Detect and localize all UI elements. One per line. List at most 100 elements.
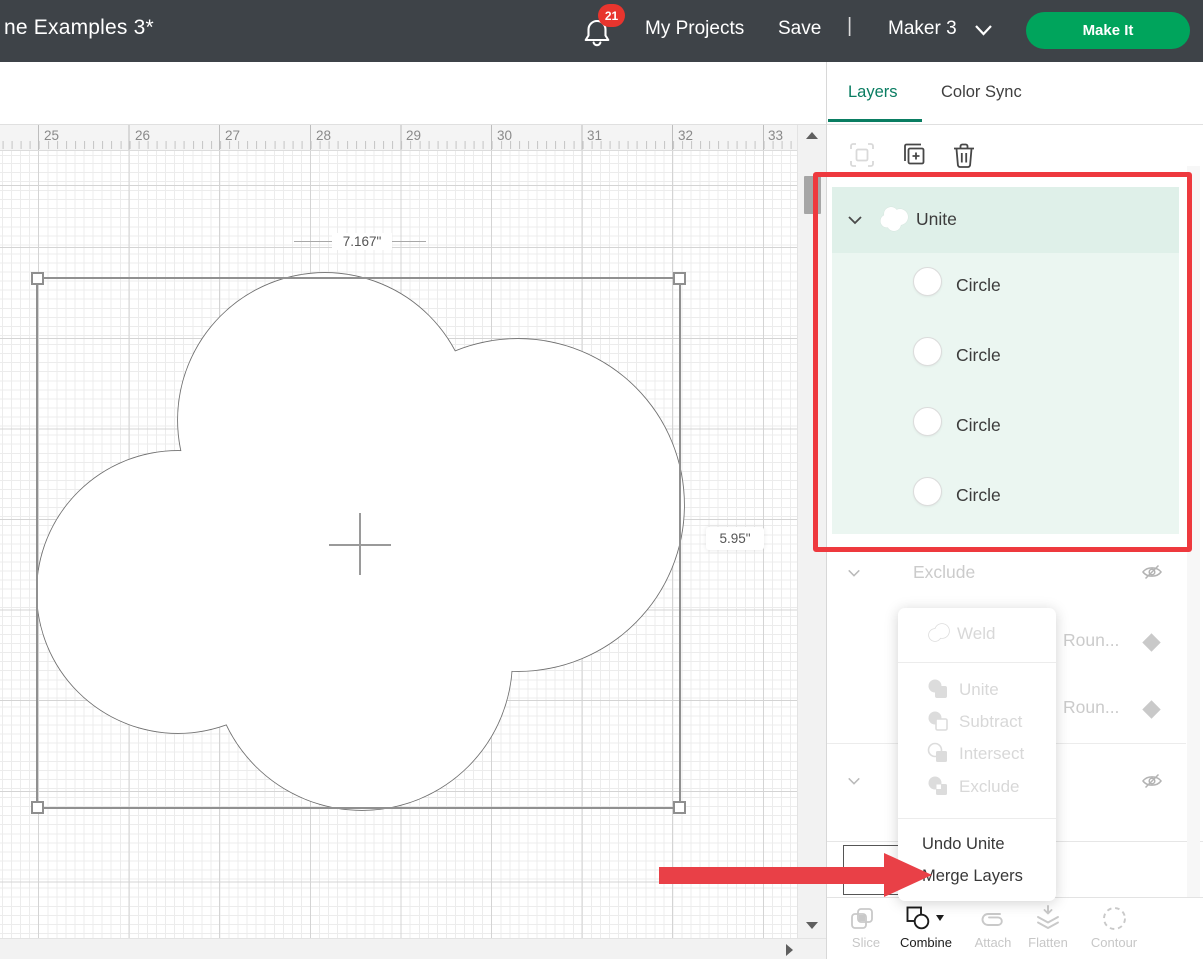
shape-center-cross	[359, 513, 361, 575]
menu-item-undo-unite[interactable]: Undo Unite	[922, 835, 1005, 854]
unite-icon	[927, 678, 949, 700]
eye-hidden-icon[interactable]	[1141, 563, 1163, 581]
resize-handle-top-left[interactable]	[31, 272, 44, 285]
ruler-number: 29	[406, 128, 421, 143]
top-header: ne Examples 3* 21 My Projects Save | Mak…	[0, 0, 1203, 62]
menu-divider	[898, 818, 1056, 819]
tab-layers[interactable]: Layers	[848, 83, 898, 102]
layer-group-children: Circle Circle Circle Circle	[832, 253, 1179, 534]
layer-label: Circle	[956, 485, 1001, 506]
nav-divider: |	[847, 15, 852, 38]
combine-label: Combine	[895, 935, 957, 950]
circle-thumbnail-icon	[913, 477, 942, 506]
layer-group-label: Exclude	[913, 562, 975, 583]
scroll-down-arrow-icon[interactable]	[806, 922, 818, 929]
make-it-button[interactable]: Make It	[1026, 12, 1190, 49]
ruler-number: 31	[587, 128, 602, 143]
layer-group-label: Unite	[916, 209, 957, 230]
combine-icon	[904, 904, 932, 932]
collapse-chevron-icon[interactable]	[847, 566, 861, 580]
slice-label: Slice	[841, 935, 891, 950]
layer-type-diamond-icon	[1142, 700, 1160, 718]
layer-label: Roun...	[1063, 697, 1119, 718]
ruler-number: 33	[768, 128, 783, 143]
machine-selector[interactable]: Maker 3	[888, 18, 957, 40]
subtract-icon	[927, 710, 949, 732]
annotation-arrow-head	[884, 853, 932, 897]
nav-save[interactable]: Save	[778, 18, 821, 40]
tab-color-sync[interactable]: Color Sync	[941, 83, 1022, 102]
horizontal-ruler: 25 26 27 28 29 30 31 32 33	[0, 125, 797, 151]
attach-icon	[978, 910, 1007, 930]
resize-handle-bottom-left[interactable]	[31, 801, 44, 814]
menu-item-intersect[interactable]: Intersect	[959, 744, 1024, 764]
scroll-up-arrow-icon[interactable]	[806, 132, 818, 139]
attach-label: Attach	[967, 935, 1019, 950]
layer-row-circle[interactable]: Circle	[832, 253, 1179, 323]
active-tab-underline	[828, 119, 922, 122]
edit-toolbar: Offset Size W 7.167 H 5.95 Rotate	[0, 62, 826, 124]
project-title: ne Examples 3*	[4, 16, 154, 40]
layer-row-circle[interactable]: Circle	[832, 393, 1179, 463]
exclude-icon	[927, 775, 949, 797]
scrollbar-thumb[interactable]	[804, 176, 821, 214]
flatten-icon	[1034, 904, 1062, 932]
nav-my-projects[interactable]: My Projects	[645, 18, 744, 40]
menu-item-subtract[interactable]: Subtract	[959, 712, 1022, 732]
menu-item-unite[interactable]: Unite	[959, 680, 999, 700]
circle-thumbnail-icon	[913, 407, 942, 436]
ruler-number: 25	[44, 128, 59, 143]
ruler-number: 30	[497, 128, 512, 143]
trash-icon[interactable]	[951, 141, 977, 169]
layer-type-diamond-icon	[1142, 633, 1160, 651]
combine-caret-icon	[936, 915, 944, 921]
collapse-chevron-icon[interactable]	[847, 774, 861, 788]
flatten-label: Flatten	[1021, 935, 1075, 950]
collapse-chevron-icon[interactable]	[847, 212, 863, 228]
layer-group-exclude[interactable]: Exclude	[827, 552, 1187, 610]
menu-item-weld[interactable]: Weld	[957, 624, 995, 644]
chevron-down-icon[interactable]	[974, 24, 993, 37]
attach-button[interactable]: Attach	[967, 898, 1019, 958]
menu-item-exclude[interactable]: Exclude	[959, 777, 1019, 797]
width-leader-line	[392, 241, 426, 242]
quatrefoil-thumbnail-icon	[878, 204, 912, 234]
resize-handle-top-right[interactable]	[673, 272, 686, 285]
intersect-icon	[927, 742, 949, 764]
contour-icon	[1101, 905, 1128, 932]
resize-handle-bottom-right[interactable]	[673, 801, 686, 814]
contour-label: Contour	[1085, 935, 1143, 950]
flatten-button[interactable]: Flatten	[1021, 898, 1075, 958]
slice-button[interactable]: Slice	[841, 898, 891, 958]
eye-hidden-icon[interactable]	[1141, 772, 1163, 790]
circle-thumbnail-icon	[913, 337, 942, 366]
shape-width-label: 7.167"	[332, 233, 392, 250]
annotation-arrow	[659, 867, 886, 884]
layer-label: Circle	[956, 275, 1001, 296]
layer-group-unite[interactable]: Unite	[832, 187, 1179, 253]
layer-label: Circle	[956, 345, 1001, 366]
layer-row-circle[interactable]: Circle	[832, 323, 1179, 393]
menu-item-merge-layers[interactable]: Merge Layers	[922, 867, 1023, 886]
ruler-number: 26	[135, 128, 150, 143]
contour-button[interactable]: Contour	[1085, 898, 1143, 958]
app-window: ne Examples 3* 21 My Projects Save | Mak…	[0, 0, 1203, 959]
combine-button[interactable]: Combine	[895, 898, 957, 958]
canvas-vertical-scrollbar[interactable]	[797, 125, 827, 938]
ruler-number: 27	[225, 128, 240, 143]
panel-scrollbar[interactable]	[1187, 166, 1200, 914]
select-all-icon[interactable]	[849, 142, 875, 168]
slice-icon	[849, 906, 876, 932]
ruler-number: 28	[316, 128, 331, 143]
shape-height-label: 5.95"	[706, 527, 764, 550]
weld-icon	[927, 622, 951, 644]
layer-row-circle[interactable]: Circle	[832, 463, 1179, 533]
scroll-right-arrow-icon[interactable]	[786, 944, 793, 956]
canvas-horizontal-scrollbar[interactable]	[0, 938, 827, 959]
layer-label: Roun...	[1063, 630, 1119, 651]
notification-badge: 21	[598, 4, 625, 27]
circle-thumbnail-icon	[913, 267, 942, 296]
layers-bottom-toolbar: Slice Combine Attach Flat	[827, 897, 1203, 959]
duplicate-icon[interactable]	[899, 141, 927, 169]
width-leader-line	[294, 241, 332, 242]
